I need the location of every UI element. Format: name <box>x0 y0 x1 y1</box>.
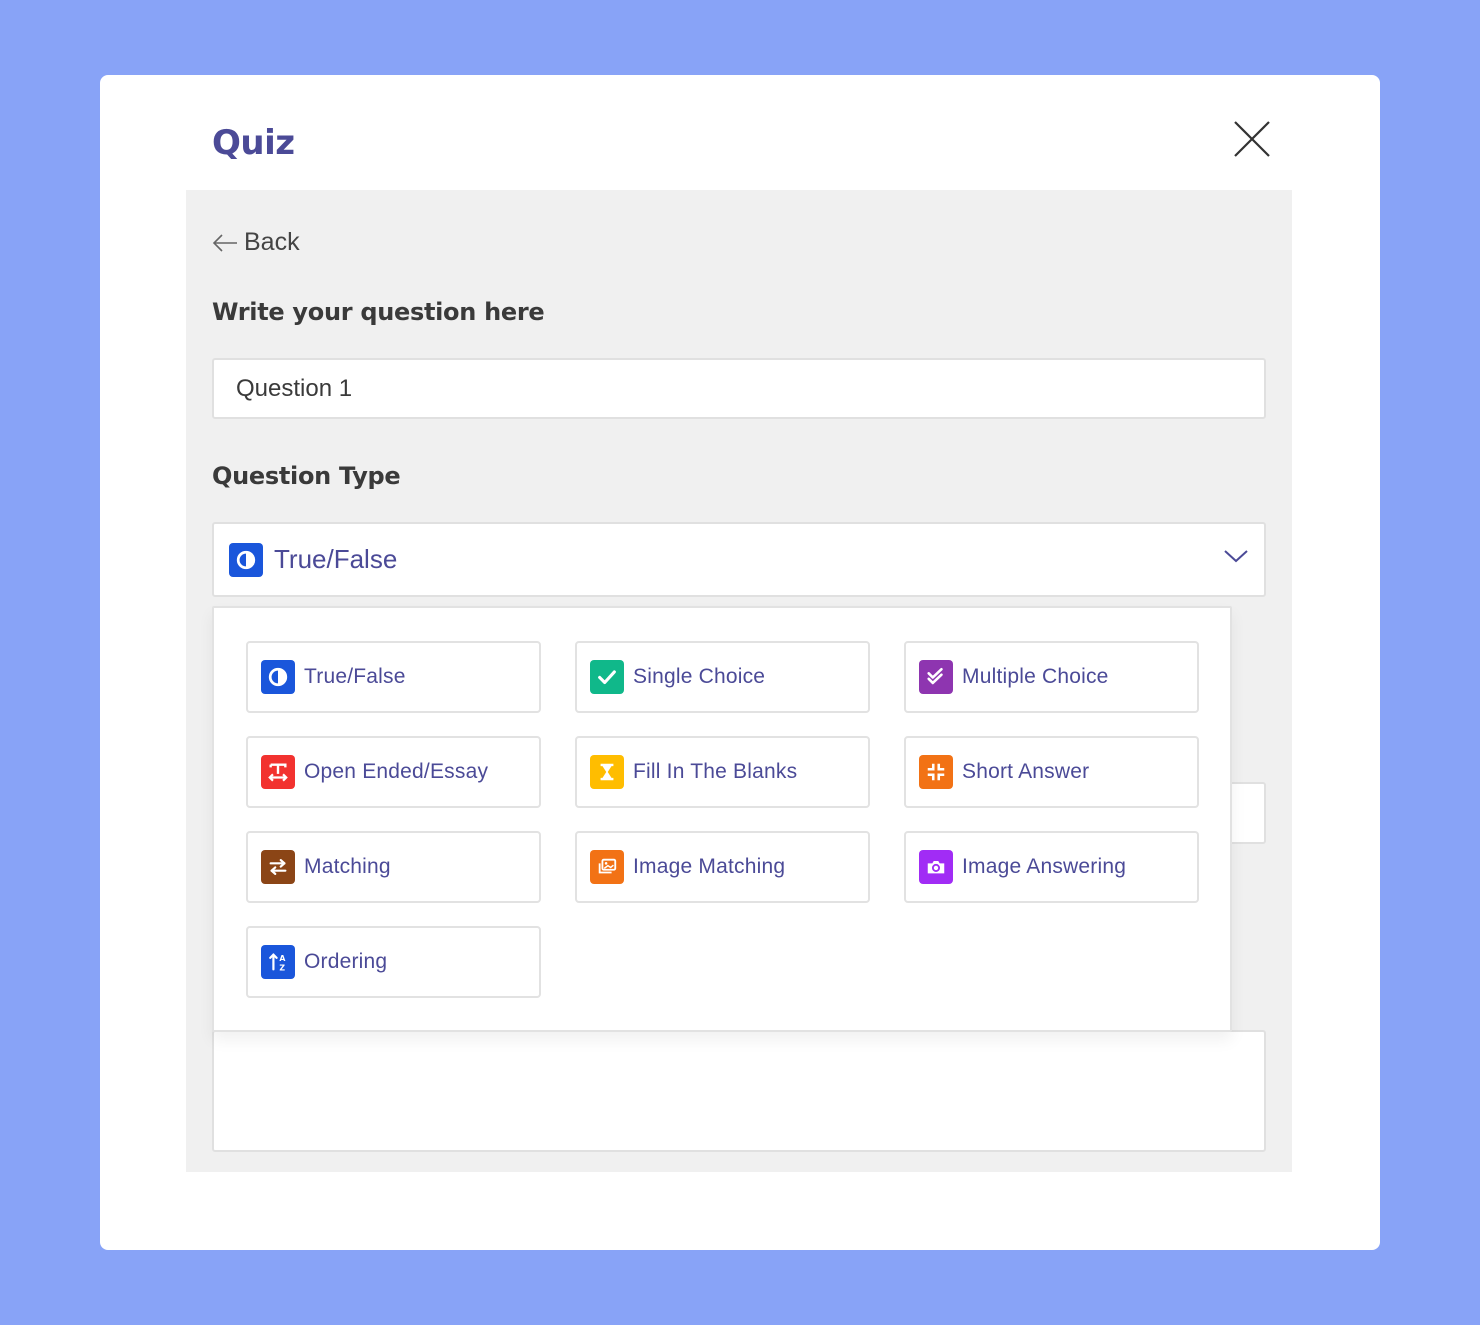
modal-title: Quiz <box>212 123 295 163</box>
svg-text:Z: Z <box>279 963 285 972</box>
option-label: Matching <box>304 855 391 878</box>
back-label: Back <box>244 228 300 256</box>
sort-alpha-icon: AZ <box>261 945 295 979</box>
selected-type-label: True/False <box>274 544 398 574</box>
question-type-dropdown: True/False Single Choice Multiple Choice… <box>212 606 1232 1032</box>
question-label: Write your question here <box>212 298 545 326</box>
option-label: Short Answer <box>962 760 1090 783</box>
half-circle-icon <box>261 660 295 694</box>
question-type-select[interactable]: True/False <box>212 522 1266 597</box>
arrow-left-icon <box>212 233 237 252</box>
hidden-input-field <box>1226 782 1266 844</box>
option-label: Multiple Choice <box>962 665 1109 688</box>
option-open-ended-essay[interactable]: Open Ended/Essay <box>246 736 541 808</box>
option-label: Single Choice <box>633 665 766 688</box>
option-label: Image Matching <box>633 855 786 878</box>
option-short-answer[interactable]: Short Answer <box>904 736 1199 808</box>
back-button[interactable]: Back <box>212 228 300 257</box>
answer-textarea[interactable] <box>212 1030 1266 1152</box>
option-label: Open Ended/Essay <box>304 760 489 783</box>
question-input[interactable] <box>212 358 1266 419</box>
option-multiple-choice[interactable]: Multiple Choice <box>904 641 1199 713</box>
half-circle-icon <box>229 542 263 577</box>
option-label: Ordering <box>304 950 388 973</box>
option-label: True/False <box>304 665 406 688</box>
option-true-false[interactable]: True/False <box>246 641 541 713</box>
compress-icon <box>919 755 953 789</box>
chevron-down-icon <box>1224 550 1248 563</box>
close-icon <box>1234 121 1270 157</box>
check-icon <box>590 660 624 694</box>
double-check-icon <box>919 660 953 694</box>
option-label: Image Answering <box>962 855 1127 878</box>
option-label: Fill In The Blanks <box>633 760 798 783</box>
close-button[interactable] <box>1232 119 1272 159</box>
svg-text:A: A <box>279 954 285 963</box>
hourglass-icon <box>590 755 624 789</box>
option-single-choice[interactable]: Single Choice <box>575 641 870 713</box>
swap-arrows-icon <box>261 850 295 884</box>
camera-icon <box>919 850 953 884</box>
text-width-icon <box>261 755 295 789</box>
option-fill-in-the-blanks[interactable]: Fill In The Blanks <box>575 736 870 808</box>
option-image-matching[interactable]: Image Matching <box>575 831 870 903</box>
images-icon <box>590 850 624 884</box>
quiz-modal: Quiz Back Write your question here Quest… <box>100 75 1380 1250</box>
question-form-panel: Back Write your question here Question T… <box>186 190 1292 1172</box>
question-type-label: Question Type <box>212 462 401 490</box>
option-matching[interactable]: Matching <box>246 831 541 903</box>
option-ordering[interactable]: AZ Ordering <box>246 926 541 998</box>
option-image-answering[interactable]: Image Answering <box>904 831 1199 903</box>
